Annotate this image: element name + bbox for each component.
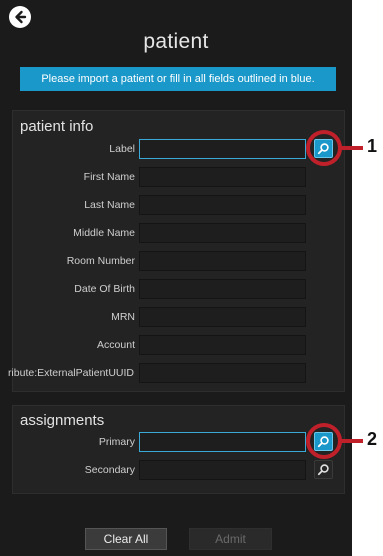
patient-screen: patient Please import a patient or fill … — [0, 0, 352, 556]
callout-ring-2 — [306, 423, 342, 459]
secondary-input[interactable] — [139, 460, 306, 480]
middle-name-label: Middle Name — [73, 227, 135, 239]
date-of-birth-label: Date Of Birth — [74, 283, 135, 295]
callout-line-1 — [341, 146, 363, 150]
footer-bar — [0, 522, 352, 556]
external-uuid-label: ribute:ExternalPatientUUID — [7, 367, 134, 379]
callout-line-2 — [341, 439, 363, 443]
last-name-input[interactable] — [139, 195, 306, 215]
back-button[interactable] — [9, 6, 31, 28]
room-number-input[interactable] — [139, 251, 306, 271]
last-name-label: Last Name — [84, 199, 135, 211]
label-input[interactable] — [139, 139, 306, 159]
callout-number-1: 1 — [367, 136, 378, 156]
mrn-input[interactable] — [139, 307, 306, 327]
account-label: Account — [97, 339, 135, 351]
first-name-label: First Name — [83, 171, 135, 183]
secondary-label: Secondary — [84, 464, 135, 476]
primary-input[interactable] — [139, 432, 306, 452]
account-input[interactable] — [139, 335, 306, 355]
external-uuid-input[interactable] — [139, 363, 306, 383]
secondary-lookup-button[interactable] — [314, 460, 333, 479]
callout-ring-1 — [306, 130, 342, 166]
room-number-label: Room Number — [66, 255, 135, 267]
primary-label: Primary — [98, 436, 135, 448]
admit-button[interactable]: Admit — [189, 528, 272, 550]
clear-all-button[interactable]: Clear All — [85, 528, 167, 550]
callout-number-2: 2 — [367, 429, 378, 449]
back-arrow-icon — [15, 10, 27, 24]
mrn-label: MRN — [111, 311, 135, 323]
label-field-label: Label — [109, 143, 135, 155]
middle-name-input[interactable] — [139, 223, 306, 243]
magnifier-icon — [317, 464, 329, 476]
patient-info-title: patient info — [20, 118, 94, 135]
page-title: patient — [143, 30, 209, 53]
date-of-birth-input[interactable] — [139, 279, 306, 299]
info-banner: Please import a patient or fill in all f… — [20, 67, 336, 91]
assignments-title: assignments — [20, 412, 105, 429]
first-name-input[interactable] — [139, 167, 306, 187]
